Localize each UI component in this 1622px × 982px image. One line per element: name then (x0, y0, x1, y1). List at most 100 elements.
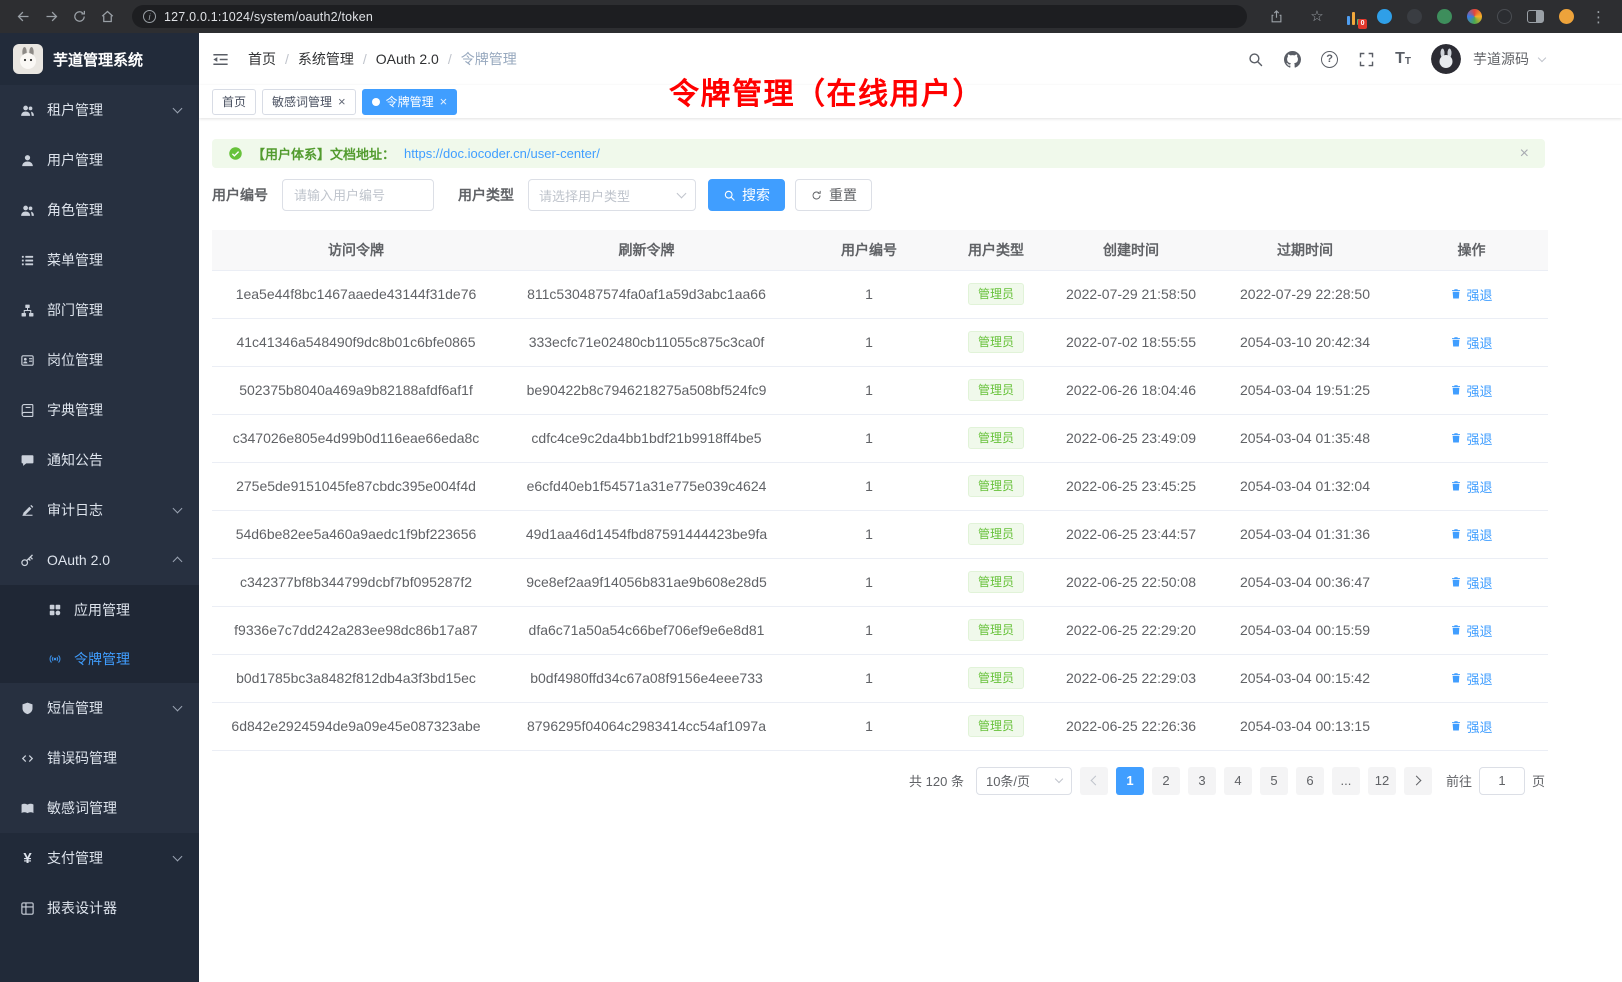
sidebar-item-pay[interactable]: ¥支付管理 (0, 833, 199, 883)
force-logout-button[interactable]: 强退 (1450, 525, 1492, 544)
force-logout-button[interactable]: 强退 (1450, 717, 1492, 736)
close-icon[interactable]: × (1520, 146, 1529, 162)
refresh-token-cell: b0df4980ffd34c67a08f9156e4eee733 (500, 654, 793, 702)
extension-pinwheel-icon[interactable] (1467, 9, 1482, 24)
chevron-down-icon (677, 189, 687, 199)
column-header-create-time: 创建时间 (1047, 230, 1215, 270)
admin-tag: 管理员 (968, 379, 1024, 401)
sidebar-item-sms[interactable]: 短信管理 (0, 683, 199, 733)
force-logout-button[interactable]: 强退 (1450, 285, 1492, 304)
sidebar-item-oauth[interactable]: OAuth 2.0 (0, 535, 199, 585)
user-id-cell: 1 (793, 510, 945, 558)
total-count: 共 120 条 (909, 771, 964, 790)
user-name[interactable]: 芋道源码 (1473, 49, 1529, 69)
success-check-icon (228, 146, 243, 161)
force-logout-button[interactable]: 强退 (1450, 573, 1492, 592)
sidebar-item-dict[interactable]: 字典管理 (0, 385, 199, 435)
extension-dark-icon[interactable] (1407, 9, 1422, 24)
trash-icon (1450, 672, 1462, 684)
action-cell: 强退 (1395, 558, 1548, 606)
sidebar-item-tenant[interactable]: 租户管理 (0, 85, 199, 135)
tab-sensitive-word[interactable]: 敏感词管理× (262, 89, 356, 115)
browser-back-button[interactable] (10, 5, 36, 29)
breadcrumb: 首页 / 系统管理 / OAuth 2.0 / 令牌管理 (248, 49, 517, 69)
menu-fold-icon[interactable] (211, 50, 230, 69)
page-button-4[interactable]: 4 (1224, 767, 1252, 795)
reset-button[interactable]: 重置 (795, 179, 872, 211)
user-id-input[interactable] (282, 179, 434, 211)
sidebar-item-sensitive-word[interactable]: 敏感词管理 (0, 783, 199, 833)
navbar-tools: ? TT 芋道源码 (1247, 44, 1545, 74)
extension-blue-icon[interactable] (1377, 9, 1392, 24)
site-info-icon[interactable]: i (143, 10, 156, 23)
sidebar-item-menu[interactable]: 菜单管理 (0, 235, 199, 285)
prev-page-button[interactable] (1080, 767, 1108, 795)
next-page-button[interactable] (1404, 767, 1432, 795)
page-button-5[interactable]: 5 (1260, 767, 1288, 795)
github-icon[interactable] (1284, 51, 1301, 68)
browser-reload-button[interactable] (66, 5, 92, 29)
sidebar-item-dept[interactable]: 部门管理 (0, 285, 199, 335)
page-button-12[interactable]: 12 (1368, 767, 1396, 795)
create-time-cell: 2022-06-25 22:29:20 (1047, 606, 1215, 654)
sidebar-item-error-code[interactable]: 错误码管理 (0, 733, 199, 783)
bookmark-star-icon[interactable]: ☆ (1304, 5, 1330, 29)
force-logout-button[interactable]: 强退 (1450, 477, 1492, 496)
sidebar-toggle-icon[interactable] (1527, 10, 1544, 23)
sidebar-item-oauth-app[interactable]: 应用管理 (0, 585, 199, 634)
goto-page: 前往 页 (1446, 767, 1545, 795)
search-button[interactable]: 搜索 (708, 179, 785, 211)
user-avatar[interactable] (1431, 44, 1461, 74)
more-pages-button[interactable]: ... (1332, 767, 1360, 795)
page-button-2[interactable]: 2 (1152, 767, 1180, 795)
sidebar-item-notice[interactable]: 通知公告 (0, 435, 199, 485)
page-size-select[interactable]: 10条/页 (976, 767, 1072, 795)
profile-avatar-icon[interactable] (1559, 9, 1574, 24)
force-logout-button[interactable]: 强退 (1450, 333, 1492, 352)
admin-tag: 管理员 (968, 331, 1024, 353)
extension-bars-icon[interactable]: 0 (1345, 9, 1362, 25)
doc-link[interactable]: https://doc.iocoder.cn/user-center/ (404, 146, 600, 161)
force-logout-button[interactable]: 强退 (1450, 621, 1492, 640)
sidebar-item-oauth-token[interactable]: 令牌管理 (0, 634, 199, 683)
fullscreen-icon[interactable] (1358, 51, 1375, 68)
extension-green-icon[interactable] (1437, 9, 1452, 24)
sidebar-item-report-designer[interactable]: 报表设计器 (0, 883, 199, 933)
browser-menu-icon[interactable]: ⋮ (1589, 8, 1608, 26)
share-icon[interactable] (1263, 5, 1289, 29)
breadcrumb-system[interactable]: 系统管理 (298, 49, 354, 69)
page-button-3[interactable]: 3 (1188, 767, 1216, 795)
page-button-6[interactable]: 6 (1296, 767, 1324, 795)
create-time-cell: 2022-06-25 23:45:25 (1047, 462, 1215, 510)
force-logout-button[interactable]: 强退 (1450, 429, 1492, 448)
goto-page-input[interactable] (1479, 767, 1525, 795)
action-cell: 强退 (1395, 414, 1548, 462)
breadcrumb-oauth[interactable]: OAuth 2.0 (376, 51, 439, 67)
font-size-icon[interactable]: TT (1395, 51, 1411, 67)
refresh-token-cell: 9ce8ef2aa9f14056b831ae9b608e28d5 (500, 558, 793, 606)
tab-home[interactable]: 首页 (212, 89, 256, 115)
browser-home-button[interactable] (94, 5, 120, 29)
sidebar-item-role[interactable]: 角色管理 (0, 185, 199, 235)
address-bar[interactable]: i 127.0.0.1:1024/system/oauth2/token (132, 5, 1247, 28)
access-token-cell: b0d1785bc3a8482f812db4a3f3bd15ec (212, 654, 500, 702)
force-logout-button[interactable]: 强退 (1450, 381, 1492, 400)
breadcrumb-home[interactable]: 首页 (248, 49, 276, 69)
search-icon[interactable] (1247, 51, 1264, 68)
sidebar-menu: 租户管理 用户管理 角色管理 菜单管理 部门管理 岗位管理 字典管理 通知公告 … (0, 85, 199, 982)
close-icon[interactable]: × (440, 95, 448, 108)
close-icon[interactable]: × (338, 95, 346, 108)
user-type-select[interactable]: 请选择用户类型 (528, 179, 696, 211)
column-header-user-type: 用户类型 (945, 230, 1047, 270)
sidebar-item-user[interactable]: 用户管理 (0, 135, 199, 185)
sidebar-item-audit-log[interactable]: 审计日志 (0, 485, 199, 535)
tab-token[interactable]: 令牌管理× (362, 89, 458, 115)
page-button-1[interactable]: 1 (1116, 767, 1144, 795)
browser-forward-button[interactable] (38, 5, 64, 29)
help-icon[interactable]: ? (1321, 51, 1338, 68)
search-icon (723, 189, 736, 202)
extension-paw-icon[interactable] (1497, 9, 1512, 24)
force-logout-button[interactable]: 强退 (1450, 669, 1492, 688)
goto-suffix: 页 (1532, 771, 1545, 790)
sidebar-item-post[interactable]: 岗位管理 (0, 335, 199, 385)
